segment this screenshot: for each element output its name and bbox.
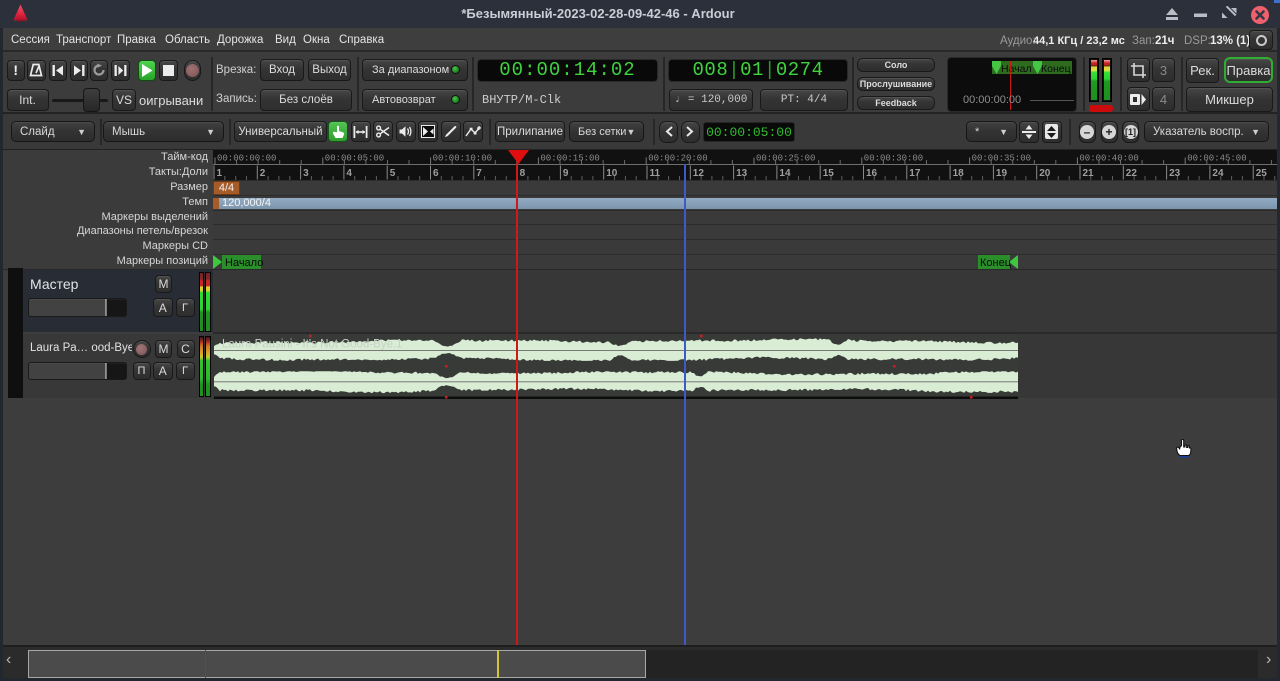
svg-text:15: 15 <box>823 168 835 179</box>
svg-text:13: 13 <box>736 168 748 179</box>
svg-text:11: 11 <box>650 168 661 179</box>
svg-text:10: 10 <box>606 168 618 179</box>
svg-text:00:00:25:00: 00:00:25:00 <box>756 154 815 164</box>
svg-text:00:00:00:00: 00:00:00:00 <box>217 154 276 164</box>
svg-text:00:00:15:00: 00:00:15:00 <box>540 154 599 164</box>
svg-text:Начало: Начало <box>225 257 263 269</box>
svg-text:7: 7 <box>476 168 482 179</box>
svg-text:1: 1 <box>217 168 223 179</box>
svg-text:9: 9 <box>563 168 569 179</box>
svg-text:00:00:40:00: 00:00:40:00 <box>1079 154 1138 164</box>
svg-text:4: 4 <box>346 168 352 179</box>
svg-text:Конец: Конец <box>980 257 1012 269</box>
svg-text:00:00:45:00: 00:00:45:00 <box>1187 154 1246 164</box>
svg-text:20: 20 <box>1039 168 1051 179</box>
svg-text:16: 16 <box>866 168 878 179</box>
svg-text:17: 17 <box>909 168 921 179</box>
svg-text:23: 23 <box>1169 168 1181 179</box>
svg-text:21: 21 <box>1083 168 1095 179</box>
svg-text:8: 8 <box>520 168 526 179</box>
svg-text:25: 25 <box>1256 168 1268 179</box>
svg-text:00:00:30:00: 00:00:30:00 <box>864 154 923 164</box>
svg-text:5: 5 <box>390 168 396 179</box>
svg-text:3: 3 <box>303 168 309 179</box>
svg-text:19: 19 <box>996 168 1008 179</box>
svg-text:18: 18 <box>953 168 965 179</box>
svg-text:2: 2 <box>260 168 266 179</box>
svg-text:22: 22 <box>1126 168 1138 179</box>
svg-text:24: 24 <box>1212 168 1224 179</box>
svg-text:12: 12 <box>693 168 705 179</box>
svg-text:00:00:05:00: 00:00:05:00 <box>325 154 384 164</box>
svg-text:14: 14 <box>779 168 791 179</box>
svg-text:00:00:10:00: 00:00:10:00 <box>433 154 492 164</box>
svg-text:00:00:20:00: 00:00:20:00 <box>648 154 707 164</box>
svg-text:6: 6 <box>433 168 439 179</box>
svg-text:Laura Pausini - It's Not Good-: Laura Pausini - It's Not Good-Bye.1 <box>222 339 403 351</box>
svg-text:00:00:35:00: 00:00:35:00 <box>972 154 1031 164</box>
